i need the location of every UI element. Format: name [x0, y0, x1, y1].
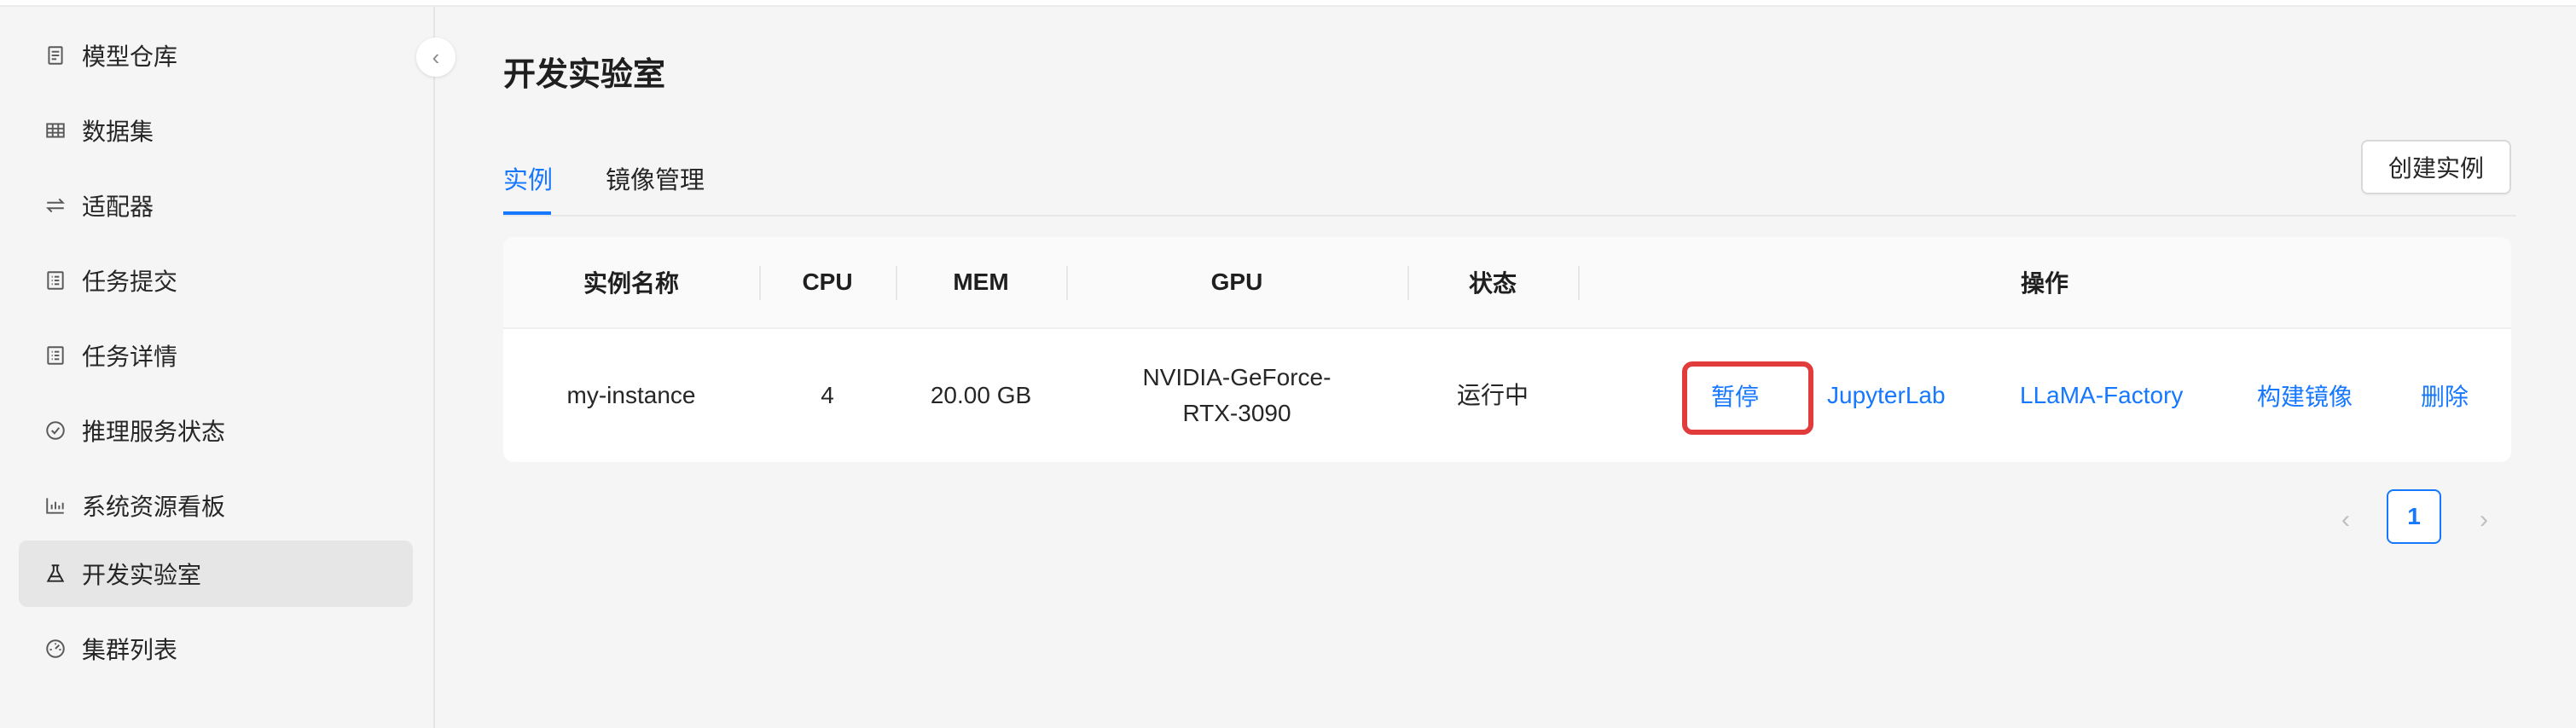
sidebar-item-inference-status[interactable]: 推理服务状态 — [19, 397, 413, 464]
cell-mem: 20.00 GB — [930, 382, 1032, 408]
sidebar-item-label: 数据集 — [82, 118, 154, 145]
instances-table: 实例名称 CPU MEM GPU 状态 操作 my-instance 4 20.… — [503, 237, 2511, 462]
main-content: 开发实验室 实例 镜像管理 创建实例 实例名称 CPU MEM GPU 状态 操… — [435, 7, 2576, 728]
swap-icon — [44, 194, 67, 217]
delete-link[interactable]: 删除 — [2421, 329, 2469, 462]
sidebar-item-label: 任务提交 — [82, 269, 178, 295]
flask-icon — [44, 563, 67, 585]
page-title: 开发实验室 — [503, 57, 666, 93]
sidebar-item-adapters[interactable]: 适配器 — [19, 172, 413, 239]
column-header-status: 状态 — [1468, 270, 1517, 297]
table-header: 实例名称 CPU MEM GPU 状态 操作 — [503, 237, 2511, 329]
sidebar-item-label: 推理服务状态 — [82, 419, 226, 445]
sidebar-item-cluster-list[interactable]: 集群列表 — [19, 615, 413, 682]
sidebar-item-label: 适配器 — [82, 194, 154, 220]
sidebar-item-task-submit[interactable]: 任务提交 — [19, 247, 413, 314]
column-header-cpu: CPU — [802, 269, 853, 295]
check-circle-icon — [44, 419, 67, 442]
tab-image-management[interactable]: 镜像管理 — [606, 160, 705, 196]
dashboard-icon — [44, 638, 67, 660]
sidebar-item-label: 任务详情 — [82, 344, 178, 370]
tab-active-indicator — [503, 211, 551, 215]
pause-button[interactable]: 暂停 — [1711, 329, 1759, 462]
table-row: my-instance 4 20.00 GB NVIDIA-GeForce-RT… — [503, 329, 2511, 462]
create-instance-button[interactable]: 创建实例 — [2361, 140, 2511, 194]
tab-instances[interactable]: 实例 — [503, 160, 553, 196]
sidebar-item-model-repo[interactable]: 模型仓库 — [19, 22, 413, 89]
sidebar-item-label: 系统资源看板 — [82, 494, 226, 520]
sidebar-item-label: 集群列表 — [82, 637, 178, 663]
column-header-actions: 操作 — [2020, 270, 2068, 297]
column-header-mem: MEM — [953, 269, 1009, 295]
sidebar-collapse-button[interactable]: ‹ — [416, 38, 455, 77]
sidebar-item-resource-dashboard[interactable]: 系统资源看板 — [19, 472, 413, 539]
sidebar-item-task-details[interactable]: 任务详情 — [19, 322, 413, 389]
file-icon — [44, 44, 67, 66]
cell-gpu: NVIDIA-GeForce-RTX-3090 — [1142, 364, 1332, 426]
tab-bar: 实例 镜像管理 — [503, 147, 2516, 217]
chevron-left-icon: ‹ — [432, 43, 440, 70]
form-icon — [44, 269, 67, 292]
cell-instance-name: my-instance — [566, 382, 696, 408]
pagination-next-button[interactable]: › — [2458, 493, 2509, 547]
top-border — [0, 0, 2576, 7]
pagination-page-1[interactable]: 1 — [2387, 489, 2441, 544]
chevron-right-icon: › — [2480, 506, 2488, 534]
column-header-name: 实例名称 — [583, 270, 679, 297]
cell-status: 运行中 — [1456, 382, 1529, 408]
sidebar-item-label: 开发实验室 — [82, 562, 202, 588]
jupyterlab-link[interactable]: JupyterLab — [1827, 329, 1946, 462]
chevron-left-icon: ‹ — [2341, 506, 2350, 534]
sidebar-item-dev-lab[interactable]: 开发实验室 — [19, 540, 413, 607]
pagination-prev-button[interactable]: ‹ — [2320, 493, 2371, 547]
sidebar-item-label: 模型仓库 — [82, 43, 178, 70]
bar-chart-icon — [44, 494, 67, 517]
sidebar-item-datasets[interactable]: 数据集 — [19, 97, 413, 164]
profile-icon — [44, 344, 67, 367]
cell-cpu: 4 — [821, 382, 834, 408]
table-icon — [44, 119, 67, 142]
sidebar: 模型仓库 数据集 适配器 任务提交 任务详情 推理服务状态 系统资源看板 开发实… — [0, 7, 435, 728]
llama-factory-link[interactable]: LLaMA-Factory — [2020, 329, 2183, 462]
column-header-gpu: GPU — [1210, 269, 1263, 295]
build-image-link[interactable]: 构建镜像 — [2257, 329, 2353, 462]
